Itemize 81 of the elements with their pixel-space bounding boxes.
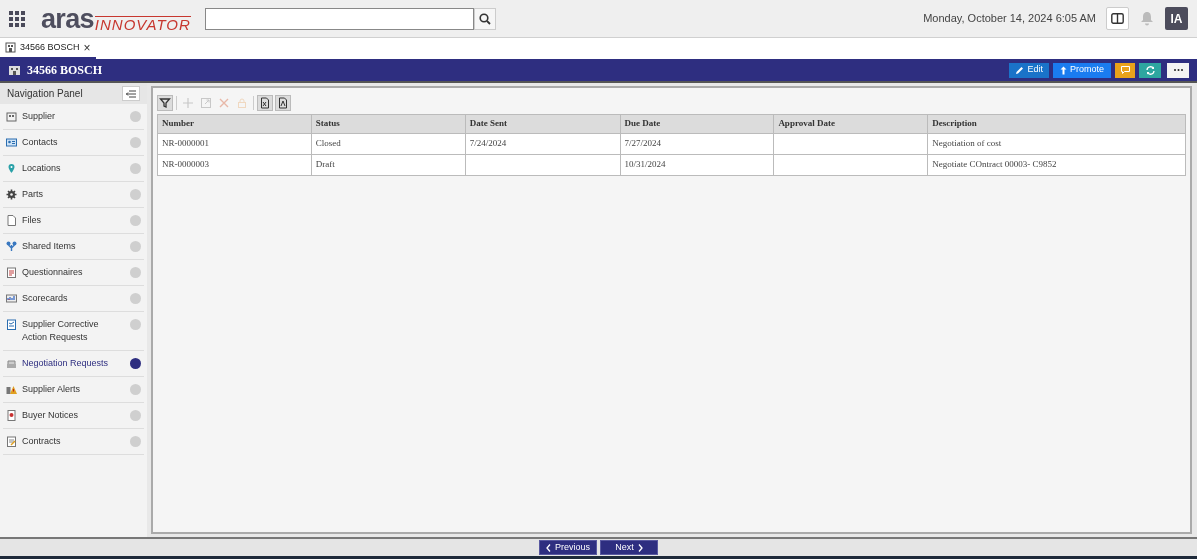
contact-card-icon [6, 137, 17, 148]
navigation-item[interactable]: Supplier [3, 104, 144, 130]
split-view-button[interactable] [1106, 7, 1129, 30]
lock-icon [236, 97, 248, 109]
spreadsheet-button[interactable] [257, 95, 273, 111]
clipboard-icon [6, 319, 17, 330]
warning-icon [6, 384, 17, 395]
table-cell: NR-0000003 [157, 154, 312, 176]
app-grid-icon[interactable] [9, 10, 25, 27]
logo-wordmark: aras [41, 5, 94, 32]
refresh-button[interactable] [1139, 62, 1161, 78]
tray-icon [6, 358, 17, 369]
column-header[interactable]: Description [927, 114, 1186, 134]
arrow-up-icon [1060, 65, 1067, 75]
close-tab-button[interactable]: × [83, 41, 91, 54]
comment-icon [1120, 66, 1130, 74]
navigation-item[interactable]: Locations [3, 156, 144, 182]
chevron-right-icon [637, 543, 643, 552]
notice-icon [6, 410, 17, 421]
open-icon [200, 97, 212, 109]
navigation-item[interactable]: Scorecards [3, 286, 144, 312]
add-icon [182, 97, 194, 109]
navigation-item[interactable]: Contacts [3, 130, 144, 156]
column-header[interactable]: Date Sent [465, 114, 620, 134]
more-button[interactable] [1167, 62, 1189, 78]
column-header[interactable]: Approval Date [773, 114, 928, 134]
user-avatar[interactable]: IA [1165, 7, 1188, 30]
navigation-item[interactable]: Supplier Alerts [3, 377, 144, 403]
delete-icon [218, 97, 230, 109]
comment-button[interactable] [1115, 62, 1135, 78]
table-cell: Draft [311, 154, 466, 176]
building-icon [6, 111, 17, 122]
pdf-icon [277, 97, 289, 109]
contract-icon [6, 436, 17, 447]
chart-card-icon [6, 293, 17, 304]
spreadsheet-icon [259, 97, 271, 109]
column-header[interactable]: Number [157, 114, 312, 134]
table-cell: Negotiate COntract 00003- C9852 [927, 154, 1186, 176]
filter-button[interactable] [157, 95, 173, 111]
navigation-item[interactable]: Files [3, 208, 144, 234]
search-icon [478, 12, 491, 25]
navigation-item[interactable]: Supplier Corrective Action Requests [3, 312, 144, 351]
checklist-icon [6, 267, 17, 278]
navigation-item[interactable]: Contracts [3, 429, 144, 455]
table-cell: Negotiation of cost [927, 133, 1186, 155]
table-cell: NR-0000001 [157, 133, 312, 155]
promote-button[interactable]: Promote [1053, 62, 1111, 78]
logo-subtitle: INNOVATOR [94, 15, 191, 32]
search-button[interactable] [473, 7, 496, 30]
split-view-icon [1111, 13, 1124, 24]
pdf-button[interactable] [275, 95, 291, 111]
next-button[interactable]: Next [600, 540, 658, 555]
share-icon [6, 241, 17, 252]
building-icon [5, 42, 16, 53]
collapse-icon [126, 89, 136, 98]
collapse-button[interactable] [122, 86, 140, 101]
date-time: Monday, October 14, 2024 6:05 AM [923, 11, 1096, 27]
document-icon [6, 215, 17, 226]
table-cell: Closed [311, 133, 466, 155]
item-title: 34566 BOSCH [27, 62, 102, 79]
filter-icon [159, 97, 171, 109]
refresh-icon [1145, 65, 1155, 75]
building-icon [8, 64, 21, 76]
navigation-item[interactable]: Questionnaires [3, 260, 144, 286]
previous-button[interactable]: Previous [539, 540, 597, 555]
navigation-title: Navigation Panel [7, 87, 83, 101]
navigation-item[interactable]: Parts [3, 182, 144, 208]
pencil-icon [1015, 65, 1025, 75]
chevron-left-icon [546, 543, 551, 552]
table-cell: 7/27/2024 [620, 133, 774, 155]
navigation-item[interactable]: Buyer Notices [3, 403, 144, 429]
location-pin-icon [6, 163, 17, 174]
search-field[interactable] [204, 7, 474, 30]
edit-button[interactable]: Edit [1009, 62, 1049, 78]
gear-icon [6, 189, 17, 200]
table-cell: 7/24/2024 [465, 133, 620, 155]
navigation-item[interactable]: Shared Items [3, 234, 144, 260]
column-header[interactable]: Due Date [620, 114, 774, 134]
column-header[interactable]: Status [311, 114, 466, 134]
navigation-item[interactable]: Negotiation Requests [3, 351, 144, 377]
table-cell: 10/31/2024 [620, 154, 774, 176]
